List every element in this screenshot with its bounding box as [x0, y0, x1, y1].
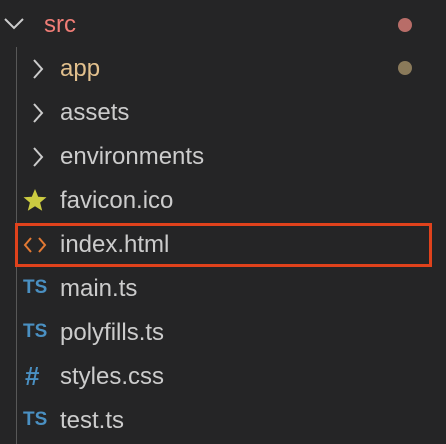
- chevron-right-icon: [33, 103, 44, 123]
- file-row-test-ts[interactable]: TS test.ts: [0, 399, 446, 443]
- file-label-styles-css: styles.css: [60, 363, 165, 390]
- file-explorer-tree: src app assets environments favicon.ico: [0, 0, 446, 444]
- file-row-favicon[interactable]: favicon.ico: [0, 179, 446, 223]
- modified-dot-icon: [398, 61, 412, 75]
- file-row-main-ts[interactable]: TS main.ts: [0, 267, 446, 311]
- typescript-icon: TS: [23, 321, 48, 342]
- folder-row-assets[interactable]: assets: [0, 91, 446, 135]
- folder-label-environments: environments: [60, 143, 205, 170]
- file-row-styles-css[interactable]: # styles.css: [0, 355, 446, 399]
- selection-highlight-box: [15, 223, 432, 267]
- folder-label-assets: assets: [60, 99, 130, 126]
- folder-label-src: src: [44, 11, 76, 38]
- folder-row-app[interactable]: app: [0, 47, 446, 91]
- css-hash-icon: #: [25, 361, 40, 391]
- file-label-polyfills-ts: polyfills.ts: [60, 319, 165, 346]
- file-label-test-ts: test.ts: [60, 407, 125, 434]
- folder-label-app: app: [60, 55, 101, 82]
- chevron-right-icon: [33, 59, 44, 79]
- file-label-main-ts: main.ts: [60, 275, 138, 302]
- file-row-polyfills-ts[interactable]: TS polyfills.ts: [0, 311, 446, 355]
- typescript-icon: TS: [23, 409, 48, 430]
- chevron-down-icon: [4, 18, 24, 30]
- modified-dot-icon: [398, 18, 412, 32]
- folder-row-environments[interactable]: environments: [0, 135, 446, 179]
- typescript-icon: TS: [23, 277, 48, 298]
- folder-row-src[interactable]: src: [0, 3, 446, 47]
- file-label-favicon: favicon.ico: [60, 187, 174, 214]
- chevron-right-icon: [33, 147, 44, 167]
- star-icon: [23, 189, 47, 211]
